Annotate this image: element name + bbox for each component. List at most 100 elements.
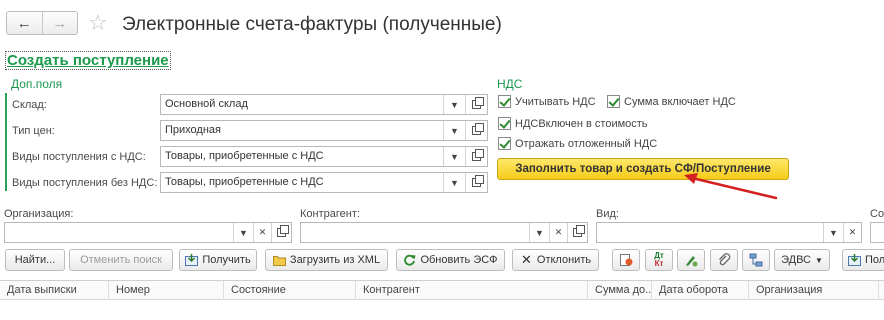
checkbox-checked-icon [607, 95, 620, 108]
receive-button[interactable]: Получить [179, 249, 257, 271]
back-button[interactable]: ← [7, 12, 42, 34]
find-button[interactable]: Найти... [5, 249, 65, 271]
column-header-organization[interactable]: Организация [748, 281, 878, 300]
edvs-menu-button[interactable]: ЭДВС ▼ [774, 249, 830, 271]
clear-button[interactable]: ✕ [549, 223, 567, 242]
structure-button[interactable] [742, 249, 770, 271]
warehouse-value: Основной склад [165, 98, 248, 110]
receive-label: Получить [202, 254, 251, 266]
dt-kt-button[interactable]: Дт Кт [645, 249, 673, 271]
warehouse-label: Склад: [12, 99, 47, 111]
dropdown-button[interactable]: ▼ [443, 95, 465, 114]
open-button[interactable] [465, 121, 487, 140]
chevron-down-icon: ▼ [535, 227, 544, 238]
document-button[interactable] [612, 249, 640, 271]
open-button[interactable] [465, 95, 487, 114]
chevron-down-icon: ▼ [450, 99, 459, 110]
receipt-type-vat-field[interactable]: Товары, приобретенные с НДС ▼ [160, 146, 488, 167]
favorite-star-icon[interactable]: ☆ [88, 11, 108, 35]
receipt-type-novat-field[interactable]: Товары, приобретенные с НДС ▼ [160, 172, 488, 193]
dropdown-button[interactable]: ▼ [823, 223, 843, 242]
clear-button[interactable]: ✕ [843, 223, 861, 242]
chevron-down-icon: ▼ [814, 255, 823, 265]
chevron-down-icon: ▼ [450, 125, 459, 136]
open-button[interactable] [567, 223, 587, 242]
load-xml-label: Загрузить из XML [289, 254, 381, 266]
refresh-icon [404, 254, 416, 266]
checkbox-label: Учитывать НДС [515, 95, 596, 108]
dropdown-button[interactable]: ▼ [443, 147, 465, 166]
warehouse-field[interactable]: Основной склад ▼ [160, 94, 488, 115]
column-header-number[interactable]: Номер [108, 281, 223, 300]
counterparty-value [301, 223, 529, 242]
chevron-down-icon: ▼ [450, 177, 459, 188]
checkbox-label: НДСВключен в стоимость [515, 117, 648, 130]
cancel-search-button[interactable]: Отменить поиск [69, 249, 173, 271]
close-icon: ✕ [554, 227, 563, 237]
open-button[interactable] [465, 173, 487, 192]
organization-value [5, 223, 233, 242]
kind-field[interactable]: ▼ ✕ [596, 222, 862, 243]
arrow-right-icon: → [52, 14, 68, 32]
column-header-state[interactable]: Состояние [223, 281, 355, 300]
kind-value [597, 223, 823, 242]
dropdown-button[interactable]: ▼ [443, 121, 465, 140]
pen-check-icon [686, 256, 698, 267]
arrow-left-icon: ← [16, 14, 32, 32]
counterparty-field[interactable]: ▼ ✕ [300, 222, 588, 243]
nav-buttons: ← → [6, 11, 78, 35]
receipt-type-novat-label: Виды поступления без НДС: [12, 177, 158, 189]
checkbox-checked-icon [498, 95, 511, 108]
cut-off-toolbar-button[interactable]: Пол [842, 249, 884, 271]
checkbox-sum-includes-vat[interactable]: Сумма включает НДС [607, 95, 736, 108]
price-type-value: Приходная [165, 124, 221, 136]
kind-label: Вид: [596, 208, 619, 220]
column-header-turnover-date[interactable]: Дата оборота [651, 281, 748, 300]
clear-button[interactable]: ✕ [253, 223, 271, 242]
column-header-amount[interactable]: Сумма до... [587, 281, 651, 300]
forward-button[interactable]: → [41, 12, 78, 34]
load-xml-button[interactable]: Загрузить из XML [265, 249, 388, 271]
document-edit-icon [620, 254, 633, 266]
column-header-counterparty[interactable]: Контрагент [355, 281, 587, 300]
reject-label: Отклонить [536, 254, 592, 266]
dropdown-button[interactable]: ▼ [529, 223, 549, 242]
checkbox-account-vat[interactable]: Учитывать НДС [498, 95, 596, 108]
chevron-down-icon: ▼ [239, 227, 248, 238]
cut-off-label: Со [870, 208, 884, 220]
table-header: Дата выписки Номер Состояние Контрагент … [0, 280, 884, 300]
reject-button[interactable]: ✕ Отклонить [512, 249, 599, 271]
checkbox-label: Отражать отложенный НДС [515, 137, 658, 150]
checkbox-deferred-vat[interactable]: Отражать отложенный НДС [498, 137, 657, 150]
checkbox-checked-icon [498, 137, 511, 150]
attachment-button[interactable] [710, 249, 738, 271]
chevron-down-icon: ▼ [450, 151, 459, 162]
receipt-type-vat-value: Товары, приобретенные с НДС [165, 150, 324, 162]
open-form-icon [277, 225, 289, 237]
receipt-type-vat-label: Виды поступления с НДС: [12, 151, 146, 163]
organization-field[interactable]: ▼ ✕ [4, 222, 292, 243]
receipt-type-novat-value: Товары, приобретенные с НДС [165, 176, 324, 188]
checkbox-vat-in-cost[interactable]: НДСВключен в стоимость [498, 117, 648, 130]
column-header-date[interactable]: Дата выписки [0, 281, 108, 300]
edvs-label: ЭДВС [781, 254, 811, 266]
price-type-field[interactable]: Приходная ▼ [160, 120, 488, 141]
update-esf-button[interactable]: Обновить ЭСФ [396, 249, 505, 271]
cut-off-toolbar-label: Пол [865, 254, 884, 266]
red-arrow-annotation [684, 173, 778, 200]
column-header-cut-off[interactable]: С [878, 281, 884, 300]
close-icon: ✕ [258, 227, 267, 237]
create-receipt-link[interactable]: Создать поступление [5, 51, 171, 70]
open-button[interactable] [271, 223, 291, 242]
price-type-label: Тип цен: [12, 125, 55, 137]
close-icon: ✕ [520, 252, 532, 267]
open-form-icon [472, 97, 484, 109]
approve-button[interactable] [677, 249, 705, 271]
dropdown-button[interactable]: ▼ [233, 223, 253, 242]
dropdown-button[interactable]: ▼ [443, 173, 465, 192]
receive-icon [185, 254, 199, 266]
update-esf-label: Обновить ЭСФ [420, 254, 498, 266]
cut-off-field[interactable] [870, 222, 884, 243]
organization-label: Организация: [4, 208, 74, 220]
open-button[interactable] [465, 147, 487, 166]
